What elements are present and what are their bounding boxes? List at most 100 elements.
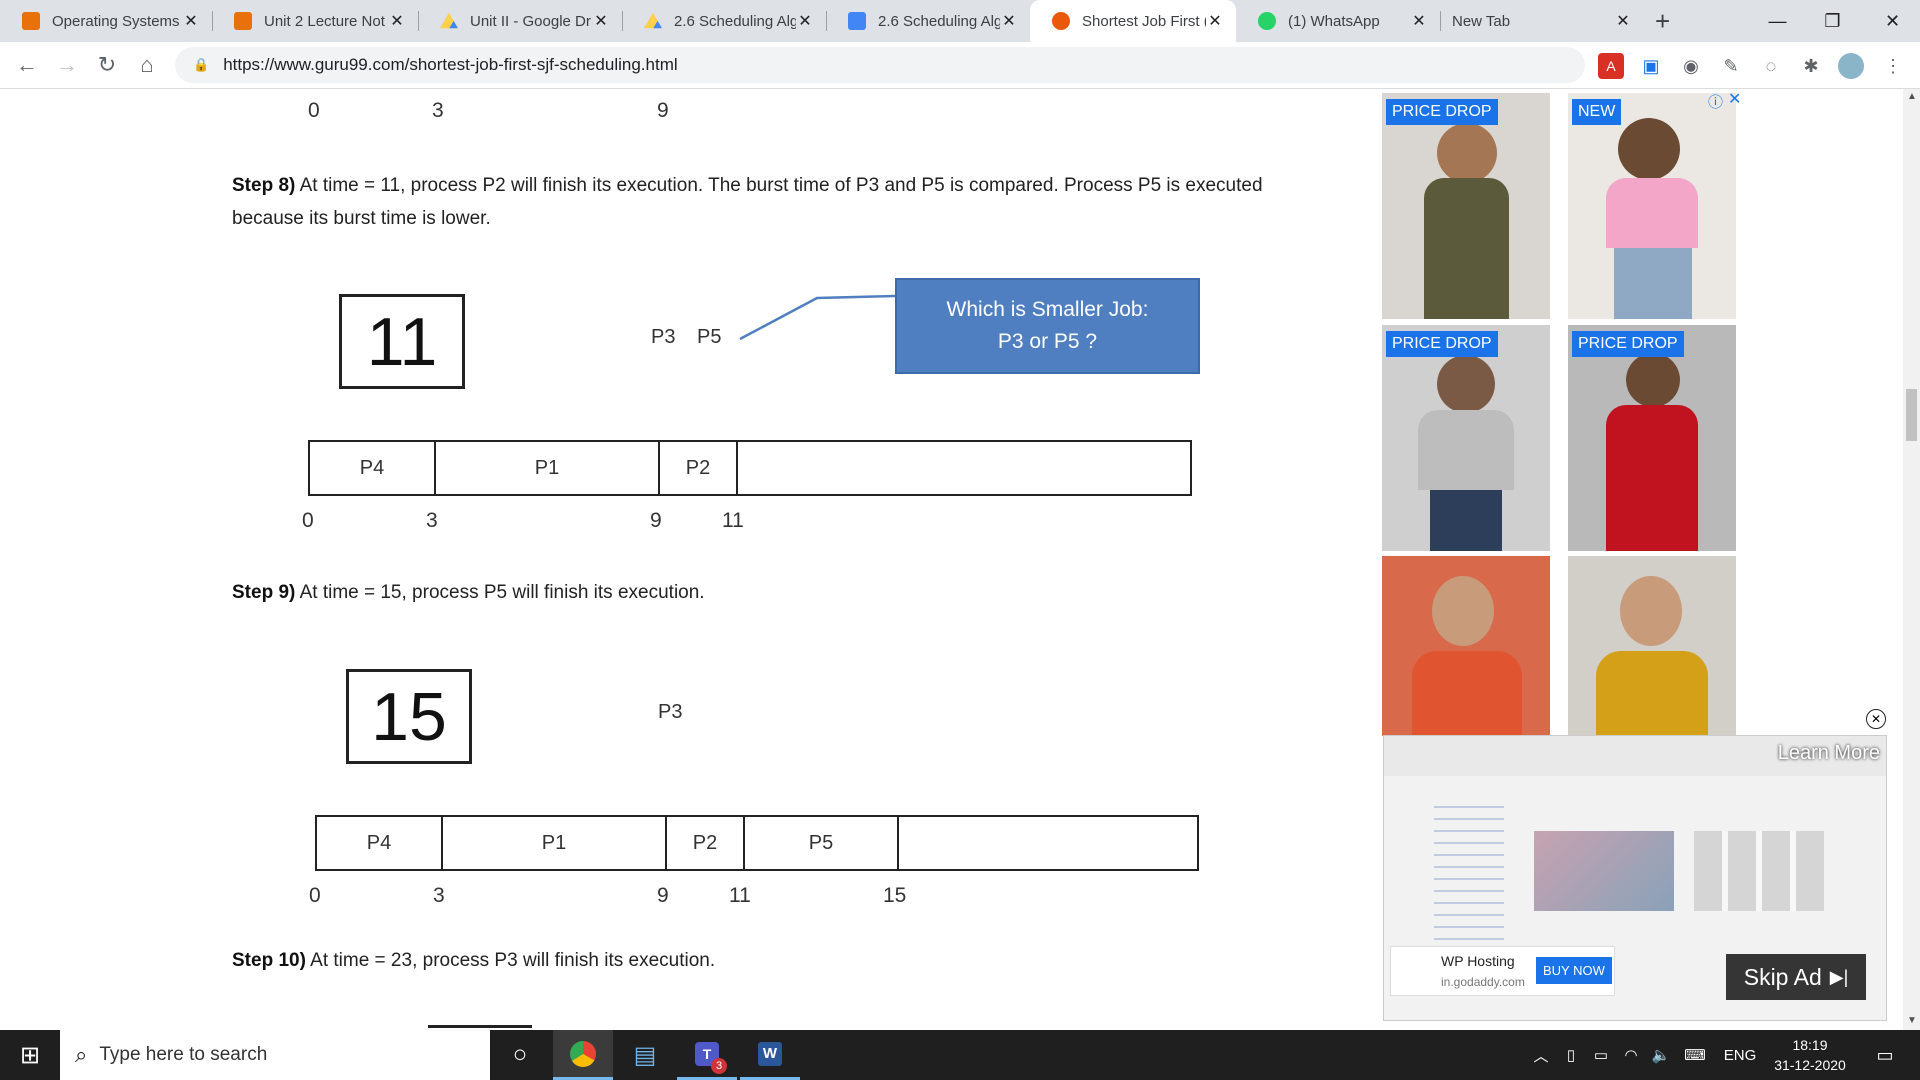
show-hidden-icons[interactable]: ︿	[1530, 1030, 1552, 1080]
tab-unit-2-lecture[interactable]: Unit 2 Lecture Not ✕	[212, 0, 418, 42]
video-ad[interactable]: Learn More WP Hosting in.godaddy.com BUY…	[1383, 735, 1887, 1021]
ad-product-tile[interactable]	[1382, 556, 1550, 736]
tab-whatsapp[interactable]: (1) WhatsApp ✕	[1236, 0, 1440, 42]
eyedropper-extension-icon[interactable]: ✎	[1718, 53, 1744, 79]
word-icon[interactable]: W	[740, 1030, 800, 1080]
clock-time: 18:19	[1792, 1037, 1828, 1053]
axis-label: 11	[729, 884, 751, 907]
file-explorer-icon[interactable]: ▤	[615, 1030, 675, 1080]
step-10-paragraph: Step 10) At time = 23, process P3 will f…	[232, 944, 1272, 977]
axis-label: 0	[308, 99, 320, 122]
model-outfit	[1596, 651, 1708, 736]
cortana-icon[interactable]: ○	[490, 1030, 550, 1080]
back-icon[interactable]: ←	[12, 50, 42, 80]
axis-label: 9	[657, 99, 669, 122]
google-drive-icon	[644, 12, 662, 29]
address-bar[interactable]: 🔒 https://www.guru99.com/shortest-job-fi…	[175, 47, 1585, 83]
smaller-job-callout: Which is Smaller Job: P3 or P5 ?	[895, 278, 1200, 374]
buy-now-button[interactable]: BUY NOW	[1536, 957, 1612, 984]
volume-icon[interactable]: 🔈	[1650, 1030, 1672, 1080]
scrollbar-thumb[interactable]	[1906, 389, 1917, 441]
battery-icon[interactable]: ▭	[1590, 1030, 1612, 1080]
ad-product-tile[interactable]: PRICE DROP	[1382, 325, 1550, 551]
device-icon[interactable]: ▯	[1560, 1030, 1582, 1080]
gantt-cell: P4	[317, 817, 443, 869]
home-icon[interactable]: ⌂	[132, 50, 162, 80]
model-outfit	[1606, 178, 1698, 248]
ad-brand: WP Hosting	[1441, 953, 1515, 969]
chrome-taskbar-icon[interactable]	[553, 1030, 613, 1080]
cast-extension-icon[interactable]: ▣	[1638, 53, 1664, 79]
new-tab-plus-icon[interactable]: +	[1655, 6, 1670, 37]
close-video-icon[interactable]: ✕	[1866, 709, 1886, 729]
camera-extension-icon[interactable]: ◉	[1678, 53, 1704, 79]
puzzle-extensions-icon[interactable]: ✱	[1798, 53, 1824, 79]
close-icon[interactable]: ✕	[1614, 11, 1632, 31]
teams-icon[interactable]: T 3	[677, 1030, 737, 1080]
step-9-paragraph: Step 9) At time = 15, process P5 will fi…	[232, 576, 1272, 609]
video-sidebar-preview	[1434, 806, 1504, 956]
model-outfit	[1606, 405, 1698, 551]
axis-label: 3	[433, 884, 445, 907]
axis-label: 0	[302, 509, 314, 532]
profile-avatar-icon[interactable]	[1838, 53, 1864, 79]
lock-icon: 🔒	[193, 57, 210, 72]
close-icon[interactable]: ✕	[1206, 11, 1224, 31]
ad-product-tile[interactable]: PRICE DROP	[1568, 325, 1736, 551]
model-figure	[1437, 123, 1497, 183]
ad-product-tile[interactable]: NEW	[1568, 93, 1736, 319]
taskbar-search-input[interactable]: ⌕ Type here to search	[60, 1030, 490, 1080]
learn-more-link[interactable]: Learn More	[1778, 742, 1880, 765]
next-diagram-edge	[428, 1025, 532, 1028]
skip-ad-button[interactable]: Skip Ad ▶|	[1726, 954, 1866, 1000]
tab-scheduling-drive[interactable]: 2.6 Scheduling Alg ✕	[622, 0, 826, 42]
keyboard-icon[interactable]: ⌨	[1680, 1030, 1710, 1080]
page-scrollbar[interactable]: ▲ ▼	[1903, 89, 1920, 1030]
minimize-icon[interactable]: —	[1750, 0, 1805, 42]
close-icon[interactable]: ✕	[1410, 11, 1428, 31]
forward-icon[interactable]: →	[52, 50, 82, 80]
gantt-cell: P2	[667, 817, 745, 869]
close-icon[interactable]: ✕	[592, 11, 610, 31]
model-figure	[1626, 353, 1680, 407]
step-9-label: Step 9)	[232, 582, 296, 603]
restore-icon[interactable]: ❐	[1805, 0, 1860, 42]
language-indicator[interactable]: ENG	[1720, 1030, 1760, 1080]
action-center-icon[interactable]: ▭	[1865, 1030, 1905, 1080]
model-figure	[1618, 118, 1680, 180]
scroll-up-icon[interactable]: ▲	[1907, 91, 1917, 102]
clock[interactable]: 18:19 31-12-2020	[1765, 1030, 1855, 1080]
pdf-extension-icon[interactable]: A	[1598, 53, 1624, 79]
scroll-down-icon[interactable]: ▼	[1907, 1015, 1917, 1026]
tab-title: 2.6 Scheduling Alg	[878, 12, 1000, 30]
model-jeans	[1430, 490, 1502, 551]
ad-product-tile[interactable]	[1568, 556, 1736, 736]
wifi-icon[interactable]: ◠	[1620, 1030, 1642, 1080]
close-icon[interactable]: ✕	[796, 11, 814, 31]
menu-kebab-icon[interactable]: ⋮	[1880, 53, 1906, 79]
tab-scheduling-docs[interactable]: 2.6 Scheduling Alg ✕	[826, 0, 1030, 42]
windows-start-icon[interactable]: ⊞	[0, 1030, 60, 1080]
close-icon[interactable]: ✕	[182, 11, 200, 31]
close-icon[interactable]: ✕	[1000, 11, 1018, 31]
skip-ad-label: Skip Ad	[1743, 963, 1822, 990]
tab-new-tab[interactable]: New Tab ✕	[1440, 0, 1644, 42]
tab-google-drive[interactable]: Unit II - Google Dr ✕	[418, 0, 622, 42]
callout-connector	[739, 294, 896, 341]
ad-close-icon[interactable]: ✕	[1728, 89, 1741, 109]
gantt-cell: P1	[436, 442, 660, 494]
browser-toolbar: ← → ↻ ⌂ 🔒 https://www.guru99.com/shortes…	[0, 42, 1920, 89]
model-outfit	[1418, 410, 1514, 490]
tab-operating-systems[interactable]: Operating Systems ✕	[0, 0, 212, 42]
close-icon[interactable]: ✕	[388, 11, 406, 31]
ad-product-tile[interactable]: PRICE DROP	[1382, 93, 1550, 319]
tab-shortest-job-first[interactable]: Shortest Job First ( ✕	[1030, 0, 1236, 42]
reload-icon[interactable]: ↻	[92, 50, 122, 80]
window-close-icon[interactable]: ✕	[1865, 0, 1920, 42]
ad-info-icon[interactable]: ⓘ	[1708, 91, 1723, 112]
circle-extension-icon[interactable]: ◌	[1758, 53, 1784, 79]
axis-label: 9	[650, 509, 662, 532]
step-8-paragraph: Step 8) At time = 11, process P2 will fi…	[232, 169, 1272, 235]
axis-label: 0	[309, 884, 321, 907]
callout-line-2: P3 or P5 ?	[997, 330, 1098, 353]
